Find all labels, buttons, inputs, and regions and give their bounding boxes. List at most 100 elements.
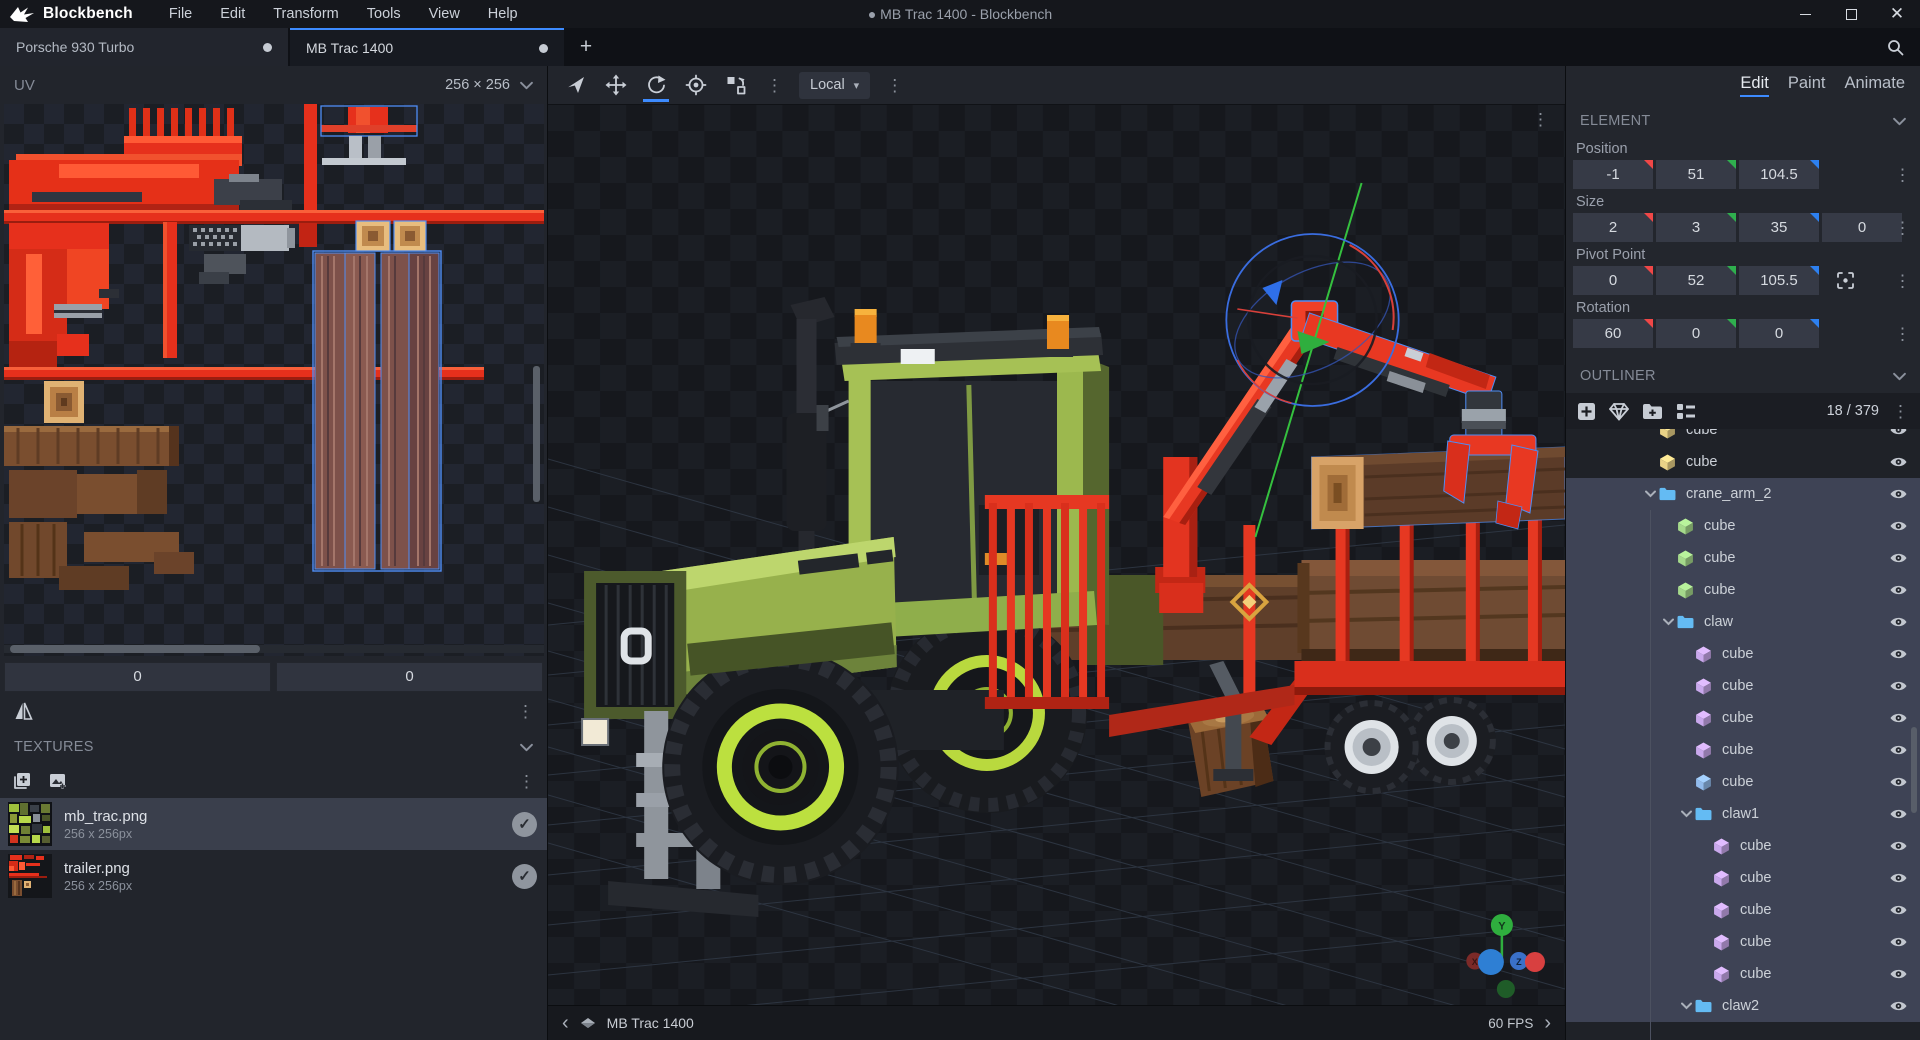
toolbar-menu-dots[interactable]: ⋮ (758, 77, 791, 94)
chevron-right-icon[interactable]: › (1544, 1013, 1551, 1033)
visibility-toggle[interactable] (1890, 1000, 1907, 1012)
viewport-menu-dots[interactable]: ⋮ (1532, 111, 1549, 128)
visibility-toggle[interactable] (1890, 680, 1907, 692)
chevron-down-icon[interactable] (1893, 117, 1906, 126)
rotation-menu-dots[interactable]: ⋮ (1894, 325, 1911, 342)
create-texture-button[interactable] (48, 771, 68, 791)
outliner-scrollbar[interactable] (1911, 727, 1917, 813)
menu-view[interactable]: View (415, 0, 474, 28)
outliner-group-claw[interactable]: claw (1566, 606, 1920, 638)
position-menu-dots[interactable]: ⋮ (1894, 166, 1911, 183)
outliner-cube-cube[interactable]: cube (1566, 926, 1920, 958)
texture-assigned-check-icon[interactable]: ✓ (512, 863, 537, 889)
visibility-toggle[interactable] (1890, 808, 1907, 820)
outliner-group-crane_arm_2[interactable]: crane_arm_2 (1566, 478, 1920, 510)
position-x-input[interactable]: -1 (1573, 160, 1653, 189)
menu-edit[interactable]: Edit (206, 0, 259, 28)
menu-transform[interactable]: Transform (259, 0, 353, 28)
texture-item-mb-trac[interactable]: mb_trac.png 256 x 256px ✓ (0, 798, 547, 850)
outliner-cube-cube[interactable]: cube (1566, 670, 1920, 702)
visibility-toggle[interactable] (1890, 456, 1907, 468)
outliner-cube-cube[interactable]: cube (1566, 766, 1920, 798)
size-inflate-input[interactable]: 0 (1822, 213, 1902, 242)
textures-menu-dots[interactable]: ⋮ (518, 773, 535, 790)
visibility-toggle[interactable] (1890, 552, 1907, 564)
uv-panel-menu-dots[interactable]: ⋮ (517, 703, 534, 720)
minimize-button[interactable] (1782, 0, 1828, 28)
menu-tools[interactable]: Tools (353, 0, 415, 28)
outliner-cube-cube[interactable]: cube (1566, 638, 1920, 670)
rotation-x-input[interactable]: 60 (1573, 319, 1653, 348)
rotate-tool[interactable] (638, 67, 674, 103)
outliner-cube-cube[interactable]: cube (1566, 510, 1920, 542)
transform-space-dropdown[interactable]: Local ▾ (799, 71, 871, 99)
visibility-toggle[interactable] (1890, 936, 1907, 948)
outliner-cube-cube[interactable]: cube (1566, 702, 1920, 734)
outliner-cube-cube[interactable]: cube (1566, 542, 1920, 574)
visibility-toggle[interactable] (1890, 584, 1907, 596)
visibility-toggle[interactable] (1890, 520, 1907, 532)
outliner-cube-cube[interactable]: cube (1566, 862, 1920, 894)
size-menu-dots[interactable]: ⋮ (1894, 219, 1911, 236)
import-texture-button[interactable] (12, 771, 32, 791)
tab-porsche-930-turbo[interactable]: Porsche 930 Turbo (0, 28, 288, 66)
uv-slide-y-input[interactable]: 0 (276, 662, 543, 692)
menu-help[interactable]: Help (474, 0, 532, 28)
texture-item-trailer[interactable]: trailer.png 256 x 256px ✓ (0, 850, 547, 902)
pivot-x-input[interactable]: 0 (1573, 266, 1653, 295)
move-tool[interactable] (598, 67, 634, 103)
new-tab-button[interactable]: + (564, 28, 608, 66)
visibility-toggle[interactable] (1890, 712, 1907, 724)
uv-slide-x-input[interactable]: 0 (4, 662, 271, 692)
resize-tool[interactable] (718, 67, 754, 103)
rotation-y-input[interactable]: 0 (1656, 319, 1736, 348)
3d-viewport[interactable]: X Y Z ⋮ (548, 105, 1565, 1005)
maximize-button[interactable] (1828, 0, 1874, 28)
uv-editor-canvas[interactable] (4, 104, 544, 656)
outliner-cube-cube[interactable]: cube (1566, 446, 1920, 478)
visibility-toggle[interactable] (1890, 904, 1907, 916)
outliner-cube-cube[interactable]: cube (1566, 894, 1920, 926)
chevron-left-icon[interactable]: ‹ (562, 1013, 569, 1033)
tab-paint[interactable]: Paint (1788, 74, 1826, 97)
outliner-cube-cube[interactable]: cube (1566, 958, 1920, 990)
outliner-cube-cube[interactable]: cube (1566, 429, 1920, 446)
close-button[interactable]: ✕ (1874, 0, 1920, 28)
position-y-input[interactable]: 51 (1656, 160, 1736, 189)
tab-animate[interactable]: Animate (1844, 74, 1905, 97)
visibility-toggle[interactable] (1890, 872, 1907, 884)
size-z-input[interactable]: 35 (1739, 213, 1819, 242)
select-tool[interactable] (558, 67, 594, 103)
search-button[interactable] (1870, 28, 1920, 66)
pivot-y-input[interactable]: 52 (1656, 266, 1736, 295)
add-group-button[interactable] (1642, 403, 1663, 420)
pivot-tool[interactable] (678, 67, 714, 103)
visibility-toggle[interactable] (1890, 616, 1907, 628)
size-y-input[interactable]: 3 (1656, 213, 1736, 242)
add-mesh-button[interactable] (1609, 402, 1629, 421)
center-pivot-button[interactable] (1830, 266, 1860, 295)
tab-mb-trac-1400[interactable]: MB Trac 1400 (290, 28, 564, 66)
visibility-toggle[interactable] (1890, 429, 1907, 436)
rotation-z-input[interactable]: 0 (1739, 319, 1819, 348)
outliner-cube-cube[interactable]: cube (1566, 830, 1920, 862)
outliner-group-claw2[interactable]: claw2 (1566, 990, 1920, 1022)
menu-file[interactable]: File (155, 0, 206, 28)
texture-assigned-check-icon[interactable]: ✓ (512, 811, 537, 837)
pivot-z-input[interactable]: 105.5 (1739, 266, 1819, 295)
pivot-menu-dots[interactable]: ⋮ (1894, 272, 1911, 289)
visibility-toggle[interactable] (1890, 488, 1907, 500)
position-z-input[interactable]: 104.5 (1739, 160, 1819, 189)
visibility-toggle[interactable] (1890, 648, 1907, 660)
toggle-outliner-view-button[interactable] (1676, 403, 1696, 420)
uv-vscrollbar[interactable] (533, 366, 540, 502)
chevron-down-icon[interactable] (1893, 372, 1906, 381)
size-x-input[interactable]: 2 (1573, 213, 1653, 242)
visibility-toggle[interactable] (1890, 744, 1907, 756)
visibility-toggle[interactable] (1890, 776, 1907, 788)
toolbar-menu-dots-2[interactable]: ⋮ (878, 77, 911, 94)
uv-hscrollbar[interactable] (10, 645, 260, 653)
chevron-down-icon[interactable] (520, 743, 533, 752)
uv-resolution-dropdown[interactable]: 256 × 256 (445, 77, 533, 93)
visibility-toggle[interactable] (1890, 840, 1907, 852)
